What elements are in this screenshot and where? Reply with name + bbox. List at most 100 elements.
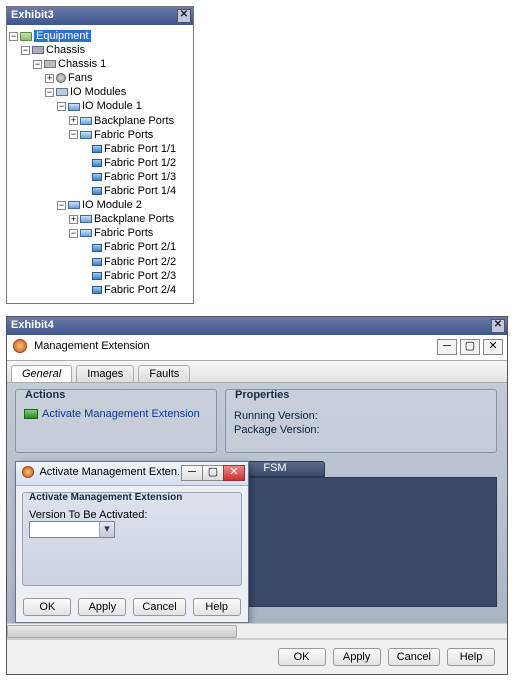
dialog-controls: ─ ▢ ✕ (182, 465, 245, 481)
port-icon (92, 187, 102, 195)
dialog-titlebar[interactable]: Activate Management Exten... ─ ▢ ✕ (16, 462, 248, 486)
activate-icon (24, 409, 38, 419)
apply-button[interactable]: Apply (333, 648, 381, 666)
tree-node-chassis-group[interactable]: −Chassis (9, 43, 191, 57)
port-icon (92, 159, 102, 167)
io-module-icon (68, 103, 80, 111)
window-title: Management Extension (34, 340, 150, 352)
dialog-close-button[interactable]: ✕ (223, 465, 245, 481)
ports-icon (80, 131, 92, 139)
dialog-button-row: OK Apply Cancel Help (16, 592, 248, 622)
dialog-help-button[interactable]: Help (193, 598, 241, 616)
tab-general[interactable]: General (11, 365, 72, 382)
port-icon (92, 258, 102, 266)
tab-faults[interactable]: Faults (138, 365, 190, 382)
ok-button[interactable]: OK (278, 648, 326, 666)
maximize-button[interactable]: ▢ (460, 339, 480, 355)
dialog-group: Activate Management Extension Version To… (22, 492, 242, 586)
tree-node-port[interactable]: Fabric Port 1/4 (9, 184, 191, 198)
expand-icon[interactable]: + (69, 215, 78, 224)
tree-node-fans[interactable]: +Fans (9, 71, 191, 85)
dialog-group-title: Activate Management Extension (29, 492, 182, 503)
dialog-minimize-button[interactable]: ─ (181, 465, 203, 481)
port-icon (92, 244, 102, 252)
exhibit4-title: Exhibit4 (11, 319, 54, 331)
dialog-title: Activate Management Exten... (39, 466, 186, 478)
tree-node-fabric1[interactable]: −Fabric Ports (9, 128, 191, 142)
chassis-icon (44, 60, 56, 68)
tree-node-backplane1[interactable]: +Backplane Ports (9, 114, 191, 128)
tree-node-fabric2[interactable]: −Fabric Ports (9, 226, 191, 240)
collapse-icon[interactable]: − (57, 102, 66, 111)
exhibit3-panel: Exhibit3 ✕ −Equipment −Chassis −Chassis … (6, 6, 194, 304)
java-icon (22, 466, 34, 478)
close-button[interactable]: ✕ (483, 339, 503, 355)
tree-node-backplane2[interactable]: +Backplane Ports (9, 212, 191, 226)
tree-node-iomodule1[interactable]: −IO Module 1 (9, 99, 191, 113)
exhibit3-title: Exhibit3 (11, 9, 54, 21)
horizontal-scrollbar[interactable] (7, 623, 507, 639)
port-icon (92, 145, 102, 153)
activate-extension-link[interactable]: Activate Management Extension (24, 408, 208, 420)
port-icon (92, 173, 102, 181)
tree-node-port[interactable]: Fabric Port 1/1 (9, 142, 191, 156)
chevron-down-icon[interactable]: ▾ (99, 522, 114, 537)
expand-icon[interactable]: + (45, 74, 54, 83)
equipment-tree[interactable]: −Equipment −Chassis −Chassis 1 +Fans −IO… (7, 25, 193, 303)
tree-node-port[interactable]: Fabric Port 2/3 (9, 269, 191, 283)
tab-body: Actions Activate Management Extension Pr… (7, 383, 507, 623)
io-module-icon (68, 201, 80, 209)
window-header: Management Extension ─ ▢ ✕ (7, 335, 507, 361)
tab-bar: General Images Faults (7, 361, 507, 383)
tree-node-port[interactable]: Fabric Port 2/2 (9, 255, 191, 269)
dialog-body: Activate Management Extension Version To… (16, 486, 248, 592)
properties-group: Properties Running Version: Package Vers… (225, 389, 497, 453)
folder-icon (20, 32, 32, 41)
dialog-maximize-button[interactable]: ▢ (202, 465, 224, 481)
tree-node-iomodules[interactable]: −IO Modules (9, 85, 191, 99)
port-icon (92, 286, 102, 294)
tree-node-port[interactable]: Fabric Port 1/3 (9, 170, 191, 184)
properties-title: Properties (232, 389, 292, 401)
io-modules-icon (56, 88, 68, 96)
ports-icon (80, 215, 92, 223)
exhibit4-titlebar: Exhibit4 ✕ (7, 317, 507, 335)
port-icon (92, 272, 102, 280)
version-field-row: Version To Be Activated: ▾ (29, 509, 235, 538)
ports-icon (80, 229, 92, 237)
close-icon[interactable]: ✕ (177, 9, 191, 23)
version-label: Version To Be Activated: (29, 509, 147, 521)
collapse-icon[interactable]: − (45, 88, 54, 97)
minimize-button[interactable]: ─ (437, 339, 457, 355)
cancel-button[interactable]: Cancel (388, 648, 440, 666)
tree-node-equipment[interactable]: −Equipment (9, 29, 191, 43)
close-icon[interactable]: ✕ (491, 319, 505, 333)
collapse-icon[interactable]: − (69, 130, 78, 139)
exhibit3-titlebar: Exhibit3 ✕ (7, 7, 193, 25)
collapse-icon[interactable]: − (33, 60, 42, 69)
java-icon (13, 339, 27, 353)
tree-node-iomodule2[interactable]: −IO Module 2 (9, 198, 191, 212)
activate-dialog: Activate Management Exten... ─ ▢ ✕ Activ… (15, 461, 249, 623)
tree-node-port[interactable]: Fabric Port 1/2 (9, 156, 191, 170)
collapse-icon[interactable]: − (69, 229, 78, 238)
window-controls: ─ ▢ ✕ (437, 339, 503, 355)
scroll-thumb[interactable] (7, 625, 237, 638)
chassis-group-icon (32, 46, 44, 54)
dialog-apply-button[interactable]: Apply (78, 598, 126, 616)
dialog-ok-button[interactable]: OK (23, 598, 71, 616)
expand-icon[interactable]: + (69, 116, 78, 125)
tree-node-port[interactable]: Fabric Port 2/4 (9, 283, 191, 297)
collapse-icon[interactable]: − (21, 46, 30, 55)
tree-node-chassis1[interactable]: −Chassis 1 (9, 57, 191, 71)
dialog-cancel-button[interactable]: Cancel (133, 598, 185, 616)
fan-icon (56, 73, 66, 83)
version-combobox[interactable]: ▾ (29, 521, 115, 538)
package-version-label: Package Version: (234, 424, 488, 436)
help-button[interactable]: Help (447, 648, 495, 666)
collapse-icon[interactable]: − (57, 201, 66, 210)
running-version-label: Running Version: (234, 410, 488, 422)
tab-images[interactable]: Images (76, 365, 134, 382)
tree-node-port[interactable]: Fabric Port 2/1 (9, 240, 191, 254)
collapse-icon[interactable]: − (9, 32, 18, 41)
